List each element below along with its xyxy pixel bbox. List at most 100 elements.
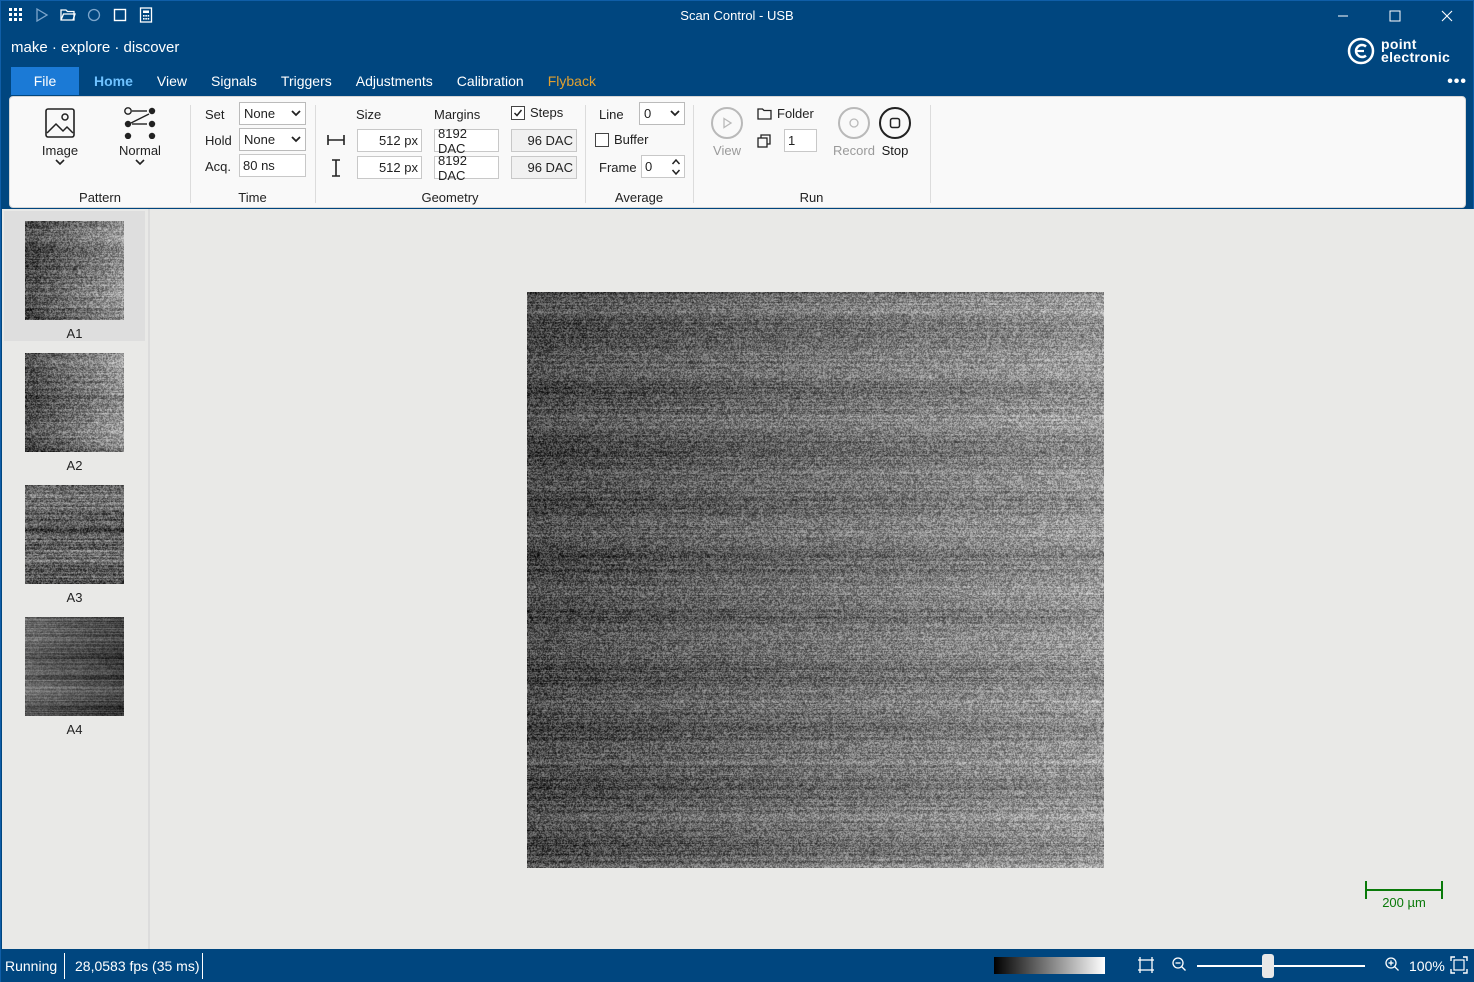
zoom-slider-thumb[interactable] xyxy=(1262,954,1274,978)
scan-image[interactable] xyxy=(527,292,1104,868)
fit-to-window-icon[interactable] xyxy=(1137,956,1155,977)
scale-bar-label: 200 µm xyxy=(1382,895,1426,910)
minimize-icon[interactable] xyxy=(1317,1,1369,31)
status-separator xyxy=(64,953,65,979)
thumbnail-label: A2 xyxy=(66,458,83,473)
line-select-value: 0 xyxy=(644,106,652,121)
thumbnail-a4[interactable]: A4 xyxy=(4,607,145,737)
count-input[interactable]: 1 xyxy=(784,129,817,152)
status-separator xyxy=(202,953,203,979)
run-status: Running xyxy=(5,958,58,974)
title-bar: Scan Control - USB xyxy=(1,1,1473,31)
scale-bar-line xyxy=(1366,889,1442,891)
hold-select[interactable]: None xyxy=(239,128,306,151)
stepper-arrows-icon[interactable] xyxy=(671,157,681,177)
margin-x-input[interactable]: 8192 DAC xyxy=(434,126,499,156)
hold-label: Hold xyxy=(205,133,232,148)
image-icon xyxy=(45,108,75,138)
folder-label: Folder xyxy=(777,106,814,121)
buffer-label: Buffer xyxy=(614,132,649,147)
record-label: Record xyxy=(833,143,875,158)
pattern-group-label: Pattern xyxy=(79,190,121,205)
tab-view[interactable]: View xyxy=(145,68,199,94)
normal-pattern-label: Normal xyxy=(119,143,161,158)
tab-triggers[interactable]: Triggers xyxy=(269,68,344,94)
chevron-down-icon xyxy=(55,159,65,166)
horizontal-size-icon xyxy=(327,135,345,145)
steps-y-value: 96 DAC xyxy=(511,156,577,179)
window-controls xyxy=(1317,1,1473,31)
frame-label: Frame xyxy=(599,160,637,175)
vertical-size-icon xyxy=(332,159,340,177)
normal-pattern-button[interactable]: Normal xyxy=(116,107,164,166)
ribbon: Image Normal Pattern Set None Hold None … xyxy=(9,96,1466,208)
frame-value: 0 xyxy=(645,159,653,174)
grayscale-lut-bar[interactable] xyxy=(994,957,1105,974)
stop-icon xyxy=(879,107,911,139)
record-icon xyxy=(838,107,870,139)
thumbnail-image xyxy=(25,221,124,320)
zoom-in-icon[interactable] xyxy=(1384,956,1400,977)
set-select[interactable]: None xyxy=(239,102,306,125)
record-button[interactable]: Record xyxy=(826,107,882,158)
stop-label: Stop xyxy=(881,143,909,158)
close-icon[interactable] xyxy=(1421,1,1473,31)
folder-button[interactable]: Folder xyxy=(757,106,814,121)
time-group-label: Time xyxy=(238,190,267,205)
line-select[interactable]: 0 xyxy=(639,102,685,125)
thumbnail-a1[interactable]: A1 xyxy=(4,211,145,341)
chevron-down-icon xyxy=(670,110,680,117)
tab-home[interactable]: Home xyxy=(82,68,145,94)
tab-signals[interactable]: Signals xyxy=(199,68,269,94)
tab-flyback[interactable]: Flyback xyxy=(536,68,608,94)
checkmark-icon xyxy=(513,109,523,117)
thumbnail-a3[interactable]: A3 xyxy=(4,475,145,605)
average-group: Line 0 Buffer Frame 0 Average xyxy=(585,97,693,207)
chevron-down-icon xyxy=(291,136,301,143)
workspace: A1 A2 A3 A4 200 µm xyxy=(2,209,1474,949)
tab-file[interactable]: File xyxy=(11,67,79,95)
run-group: View Folder 1 Record Stop Run xyxy=(693,97,930,207)
app-window: Scan Control - USB make · explore · disc… xyxy=(0,0,1474,982)
image-pattern-button[interactable]: Image xyxy=(38,107,82,166)
time-group: Set None Hold None Acq. 80 ns Time xyxy=(190,97,315,207)
steps-checkbox[interactable]: Steps xyxy=(511,105,563,120)
thumbnail-label: A3 xyxy=(66,590,83,605)
tab-adjustments[interactable]: Adjustments xyxy=(344,68,445,94)
play-icon xyxy=(711,107,743,139)
chevron-down-icon xyxy=(135,159,145,166)
acq-label: Acq. xyxy=(205,159,232,174)
steps-x-value: 96 DAC xyxy=(511,129,577,152)
channel-thumbnails: A1 A2 A3 A4 xyxy=(2,209,150,949)
chevron-down-icon xyxy=(291,110,301,117)
tab-calibration[interactable]: Calibration xyxy=(445,68,536,94)
image-pattern-label: Image xyxy=(41,143,79,158)
hold-select-value: None xyxy=(244,132,276,147)
zoom-out-icon[interactable] xyxy=(1171,956,1187,977)
margin-y-input[interactable]: 8192 DAC xyxy=(434,153,499,183)
thumbnail-label: A4 xyxy=(66,722,83,737)
steps-label: Steps xyxy=(530,105,564,120)
frame-stepper[interactable]: 0 xyxy=(641,155,685,178)
more-options-icon[interactable]: ••• xyxy=(1447,73,1467,91)
geometry-group: Size Margins Steps 512 px 512 px 8192 DA… xyxy=(315,97,585,207)
acq-input[interactable]: 80 ns xyxy=(239,154,306,177)
buffer-checkbox[interactable]: Buffer xyxy=(595,132,648,147)
set-select-value: None xyxy=(244,106,276,121)
status-bar: Running 28,0583 fps (35 ms) 100% xyxy=(1,949,1474,982)
group-separator xyxy=(930,105,931,203)
size-y-input[interactable]: 512 px xyxy=(357,156,422,179)
actual-size-icon[interactable] xyxy=(1450,956,1468,977)
stop-button[interactable]: Stop xyxy=(878,107,912,158)
view-label: View xyxy=(713,143,741,158)
scan-pattern-icon xyxy=(124,107,156,139)
view-button[interactable]: View xyxy=(710,107,744,158)
thumbnail-label: A1 xyxy=(66,326,83,341)
zoom-slider-track[interactable] xyxy=(1197,965,1365,967)
fps-readout: 28,0583 fps (35 ms) xyxy=(75,958,200,974)
size-x-input[interactable]: 512 px xyxy=(357,129,422,152)
copies-icon xyxy=(757,134,771,148)
thumbnail-a2[interactable]: A2 xyxy=(4,343,145,473)
logo-text-electronic: electronic xyxy=(1381,49,1451,65)
maximize-icon[interactable] xyxy=(1369,1,1421,31)
